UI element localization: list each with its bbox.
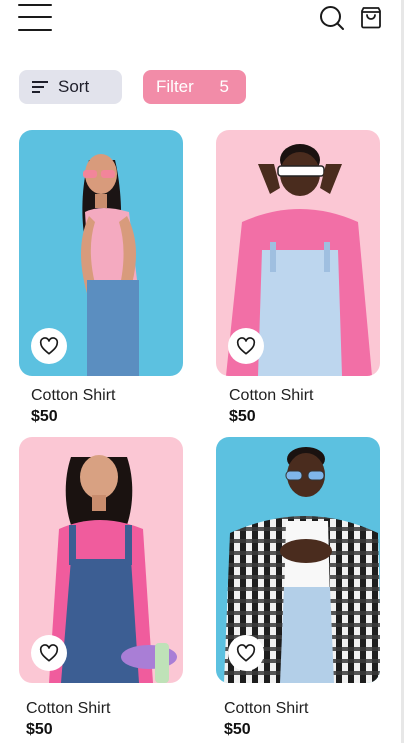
- product-card[interactable]: [19, 130, 183, 376]
- sort-button[interactable]: Sort: [19, 70, 122, 104]
- product-photo: [19, 130, 183, 376]
- product-photo: [19, 437, 183, 683]
- hamburger-menu-icon[interactable]: [18, 2, 52, 32]
- favorite-button[interactable]: [228, 635, 264, 671]
- filter-label: Filter: [156, 77, 194, 96]
- heart-outline-icon: [236, 337, 256, 355]
- shopping-bag-icon[interactable]: [359, 5, 383, 29]
- favorite-button[interactable]: [31, 328, 67, 364]
- product-title[interactable]: Cotton Shirt: [31, 387, 115, 405]
- favorite-button[interactable]: [31, 635, 67, 671]
- product-price: $50: [26, 721, 53, 738]
- product-price: $50: [229, 408, 256, 425]
- product-photo: [216, 130, 380, 376]
- filter-button[interactable]: Filter 5: [143, 70, 246, 104]
- heart-outline-icon: [236, 644, 256, 662]
- sort-label: Sort: [58, 77, 90, 96]
- sort-lines-icon: [32, 81, 48, 93]
- product-card[interactable]: [19, 437, 183, 683]
- product-title[interactable]: Cotton Shirt: [224, 700, 308, 718]
- favorite-button[interactable]: [228, 328, 264, 364]
- product-title[interactable]: Cotton Shirt: [229, 387, 313, 405]
- heart-outline-icon: [39, 337, 59, 355]
- product-card[interactable]: [216, 437, 380, 683]
- product-price: $50: [224, 721, 251, 738]
- filter-count-badge: 5: [219, 77, 229, 96]
- product-price: $50: [31, 408, 58, 425]
- heart-outline-icon: [39, 644, 59, 662]
- product-title[interactable]: Cotton Shirt: [26, 700, 110, 718]
- product-photo: [216, 437, 380, 683]
- product-card[interactable]: [216, 130, 380, 376]
- search-icon[interactable]: [319, 5, 345, 31]
